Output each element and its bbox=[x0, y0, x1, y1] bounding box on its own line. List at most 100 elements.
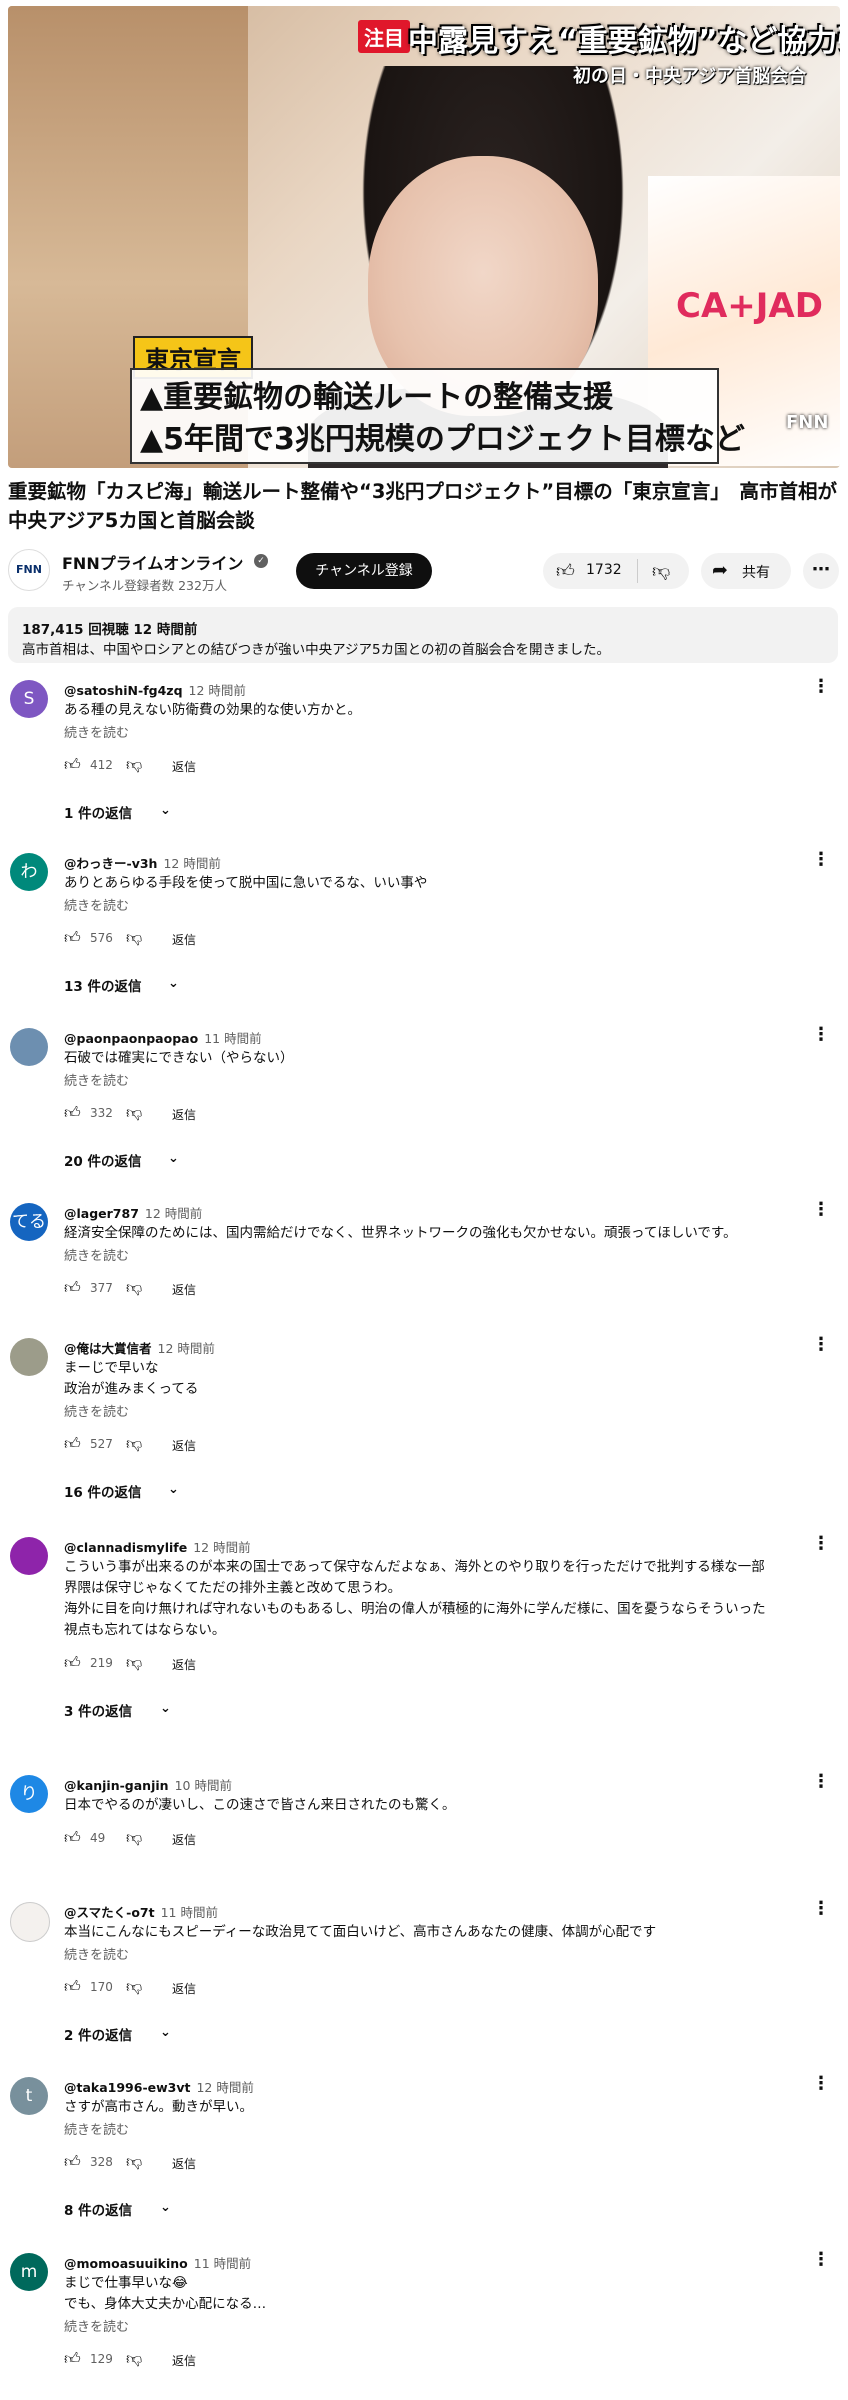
comment-like-icon[interactable]: 👍︎ bbox=[64, 2349, 81, 2369]
comment-reply-button[interactable]: 返信 bbox=[172, 2155, 196, 2172]
view-replies-button[interactable]: 8 件の返信 bbox=[64, 2199, 132, 2219]
comment-menu-icon[interactable]: ⋮ bbox=[812, 1024, 830, 1045]
chevron-down-icon[interactable]: ⌄ bbox=[160, 1701, 171, 1716]
comment-time[interactable]: 11 時間前 bbox=[204, 1031, 261, 1046]
thumbs-down-icon[interactable]: 👎︎ bbox=[652, 560, 670, 582]
comment-handle[interactable]: @スマたく-o7t bbox=[64, 1905, 155, 1920]
comment-menu-icon[interactable]: ⋮ bbox=[812, 849, 830, 870]
comment-like-icon[interactable]: 👍︎ bbox=[64, 928, 81, 948]
comment-author[interactable]: @kanjin-ganjin 10 時間前 bbox=[64, 1775, 232, 1794]
comment-like-icon[interactable]: 👍︎ bbox=[64, 1828, 81, 1848]
comment-handle[interactable]: @俺は大賞信者 bbox=[64, 1341, 152, 1356]
comment-menu-icon[interactable]: ⋮ bbox=[812, 2249, 830, 2270]
chevron-down-icon[interactable]: ⌄ bbox=[160, 2200, 171, 2215]
comment-time[interactable]: 12 時間前 bbox=[163, 856, 220, 871]
commenter-avatar[interactable] bbox=[10, 1902, 50, 1942]
comment-time[interactable]: 12 時間前 bbox=[189, 683, 246, 698]
comment-like-icon[interactable]: 👍︎ bbox=[64, 755, 81, 775]
comment-author[interactable]: @momoasuuikino 11 時間前 bbox=[64, 2253, 251, 2272]
view-replies-button[interactable]: 2 件の返信 bbox=[64, 2024, 132, 2044]
comment-like-icon[interactable]: 👍︎ bbox=[64, 1434, 81, 1454]
view-replies-button[interactable]: 13 件の返信 bbox=[64, 975, 142, 995]
comment-handle[interactable]: @clannadismylife bbox=[64, 1540, 187, 1555]
chevron-down-icon[interactable]: ⌄ bbox=[168, 1151, 179, 1166]
comment-menu-icon[interactable]: ⋮ bbox=[812, 1199, 830, 1220]
comment-time[interactable]: 11 時間前 bbox=[161, 1905, 218, 1920]
comment-time[interactable]: 10 時間前 bbox=[175, 1778, 232, 1793]
comment-reply-button[interactable]: 返信 bbox=[172, 1281, 196, 1298]
comment-handle[interactable]: @わっきー-v3h bbox=[64, 856, 157, 871]
commenter-avatar[interactable]: m bbox=[10, 2253, 48, 2291]
commenter-avatar[interactable] bbox=[10, 1338, 48, 1376]
channel-name[interactable]: FNNプライムオンライン bbox=[62, 550, 243, 574]
comment-dislike-icon[interactable]: 👎︎ bbox=[126, 1977, 142, 1997]
comment-dislike-icon[interactable]: 👎︎ bbox=[126, 1434, 142, 1454]
comment-handle[interactable]: @lager787 bbox=[64, 1206, 139, 1221]
comment-reply-button[interactable]: 返信 bbox=[172, 1437, 196, 1454]
share-icon[interactable]: ➦ bbox=[712, 559, 728, 581]
like-count[interactable]: 1732 bbox=[586, 562, 622, 578]
comment-time[interactable]: 12 時間前 bbox=[193, 1540, 250, 1555]
comment-reply-button[interactable]: 返信 bbox=[172, 758, 196, 775]
comment-dislike-icon[interactable]: 👎︎ bbox=[126, 928, 142, 948]
comment-author[interactable]: @スマたく-o7t 11 時間前 bbox=[64, 1902, 218, 1921]
comment-menu-icon[interactable]: ⋮ bbox=[812, 1533, 830, 1554]
comment-handle[interactable]: @satoshiN-fg4zq bbox=[64, 683, 183, 698]
comment-handle[interactable]: @taka1996-ew3vt bbox=[64, 2080, 190, 2095]
read-more-link[interactable]: 続きを読む bbox=[64, 1070, 129, 1089]
subscribe-button[interactable]: チャンネル登録 bbox=[296, 553, 432, 589]
comment-dislike-icon[interactable]: 👎︎ bbox=[126, 1828, 142, 1848]
comment-reply-button[interactable]: 返信 bbox=[172, 1656, 196, 1673]
comment-author[interactable]: @clannadismylife 12 時間前 bbox=[64, 1537, 251, 1556]
comment-like-icon[interactable]: 👍︎ bbox=[64, 1103, 81, 1123]
read-more-link[interactable]: 続きを読む bbox=[64, 895, 129, 914]
commenter-avatar[interactable]: t bbox=[10, 2077, 48, 2115]
commenter-avatar[interactable] bbox=[10, 1537, 48, 1575]
comment-handle[interactable]: @kanjin-ganjin bbox=[64, 1778, 169, 1793]
comment-handle[interactable]: @momoasuuikino bbox=[64, 2256, 188, 2271]
chevron-down-icon[interactable]: ⌄ bbox=[168, 976, 179, 991]
read-more-link[interactable]: 続きを読む bbox=[64, 722, 129, 741]
comment-reply-button[interactable]: 返信 bbox=[172, 2352, 196, 2369]
comment-like-icon[interactable]: 👍︎ bbox=[64, 1977, 81, 1997]
commenter-avatar[interactable]: り bbox=[10, 1775, 48, 1813]
comment-like-icon[interactable]: 👍︎ bbox=[64, 1653, 81, 1673]
thumbs-up-icon[interactable]: 👍︎ bbox=[556, 560, 575, 582]
commenter-avatar[interactable]: わ bbox=[10, 853, 48, 891]
chevron-down-icon[interactable]: ⌄ bbox=[160, 803, 171, 818]
comment-author[interactable]: @paonpaonpaopao 11 時間前 bbox=[64, 1028, 262, 1047]
commenter-avatar[interactable]: てる bbox=[10, 1203, 48, 1241]
commenter-avatar[interactable]: S bbox=[10, 680, 48, 718]
comment-reply-button[interactable]: 返信 bbox=[172, 1106, 196, 1123]
comment-author[interactable]: @俺は大賞信者 12 時間前 bbox=[64, 1338, 215, 1357]
comment-dislike-icon[interactable]: 👎︎ bbox=[126, 1103, 142, 1123]
comment-dislike-icon[interactable]: 👎︎ bbox=[126, 2349, 142, 2369]
comment-handle[interactable]: @paonpaonpaopao bbox=[64, 1031, 198, 1046]
comment-author[interactable]: @lager787 12 時間前 bbox=[64, 1203, 202, 1222]
comment-time[interactable]: 11 時間前 bbox=[194, 2256, 251, 2271]
comment-author[interactable]: @taka1996-ew3vt 12 時間前 bbox=[64, 2077, 254, 2096]
comment-dislike-icon[interactable]: 👎︎ bbox=[126, 1653, 142, 1673]
view-replies-button[interactable]: 3 件の返信 bbox=[64, 1700, 132, 1720]
comment-author[interactable]: @satoshiN-fg4zq 12 時間前 bbox=[64, 680, 246, 699]
comment-time[interactable]: 12 時間前 bbox=[158, 1341, 215, 1356]
comment-menu-icon[interactable]: ⋮ bbox=[812, 1898, 830, 1919]
share-label[interactable]: 共有 bbox=[742, 562, 770, 582]
comment-time[interactable]: 12 時間前 bbox=[196, 2080, 253, 2095]
comment-menu-icon[interactable]: ⋮ bbox=[812, 2073, 830, 2094]
comment-menu-icon[interactable]: ⋮ bbox=[812, 676, 830, 697]
comment-dislike-icon[interactable]: 👎︎ bbox=[126, 2152, 142, 2172]
comment-reply-button[interactable]: 返信 bbox=[172, 931, 196, 948]
read-more-link[interactable]: 続きを読む bbox=[64, 1245, 129, 1264]
more-actions-icon[interactable]: ⋯ bbox=[803, 553, 839, 589]
comment-like-icon[interactable]: 👍︎ bbox=[64, 1278, 81, 1298]
comment-menu-icon[interactable]: ⋮ bbox=[812, 1771, 830, 1792]
comment-dislike-icon[interactable]: 👎︎ bbox=[126, 1278, 142, 1298]
comment-dislike-icon[interactable]: 👎︎ bbox=[126, 755, 142, 775]
chevron-down-icon[interactable]: ⌄ bbox=[160, 2025, 171, 2040]
view-replies-button[interactable]: 16 件の返信 bbox=[64, 1481, 142, 1501]
comment-like-icon[interactable]: 👍︎ bbox=[64, 2152, 81, 2172]
view-replies-button[interactable]: 20 件の返信 bbox=[64, 1150, 142, 1170]
view-replies-button[interactable]: 1 件の返信 bbox=[64, 802, 132, 822]
comment-menu-icon[interactable]: ⋮ bbox=[812, 1334, 830, 1355]
